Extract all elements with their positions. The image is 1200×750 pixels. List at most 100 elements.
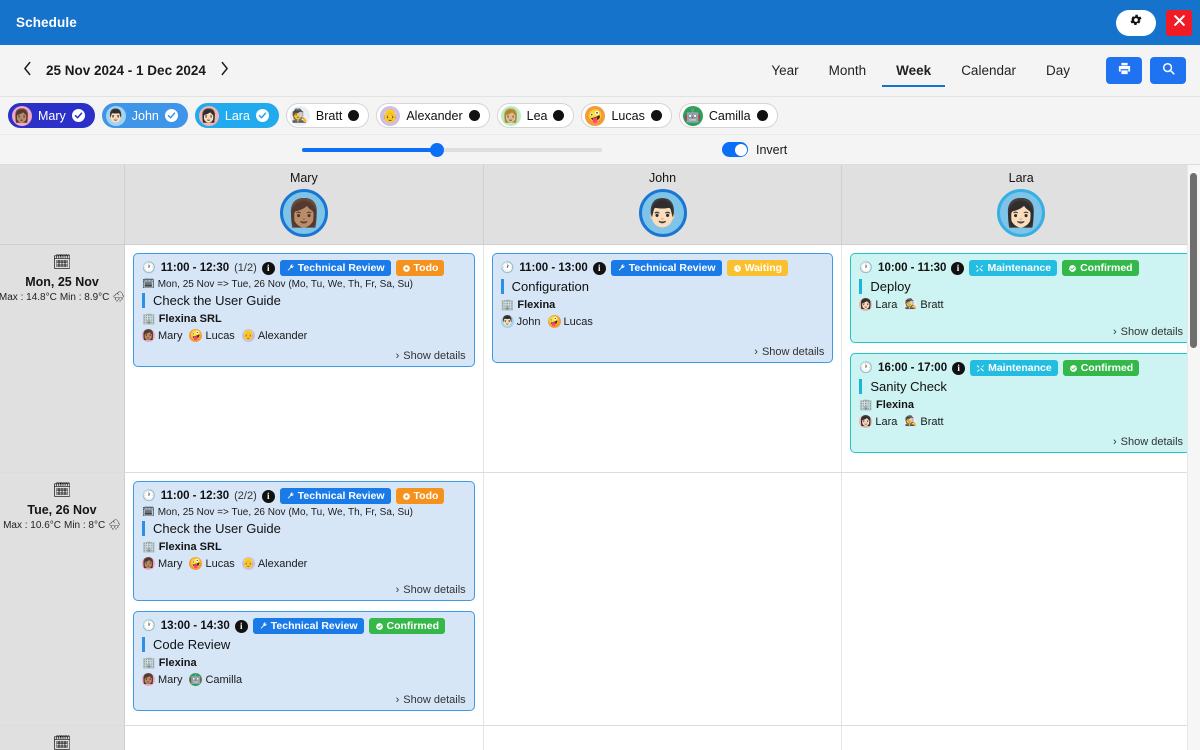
day-column-cell[interactable]: 🕐11:00 - 12:30(2/2)iTechnical ReviewTodo… [125, 473, 484, 725]
avatar: 👴 [242, 557, 255, 570]
event-participant-name: Lara [875, 299, 897, 311]
info-icon[interactable]: i [262, 490, 275, 503]
weather-rain-icon: 🌧 [108, 520, 121, 531]
event-organization-name: Flexina [517, 299, 555, 311]
search-button[interactable] [1150, 57, 1186, 84]
event-recurrence-text: Mon, 25 Nov => Tue, 26 Nov (Mo, Tu, We, … [158, 279, 413, 290]
event-badge[interactable]: Waiting [727, 260, 789, 276]
day-column-cell[interactable]: 🕐10:00 - 11:30iMaintenanceConfirmedDeplo… [842, 245, 1200, 472]
show-details-button[interactable]: ›Show details [396, 578, 466, 596]
avatar: 🕵️ [290, 106, 310, 126]
print-button[interactable] [1106, 57, 1142, 84]
event-badge[interactable]: Confirmed [1063, 360, 1140, 376]
avatar: 🤖 [683, 106, 703, 126]
column-header-john[interactable]: John 👨🏻 [484, 165, 843, 244]
event-badge[interactable]: Maintenance [969, 260, 1057, 276]
show-details-button[interactable]: ›Show details [1113, 430, 1183, 448]
participant-chip-lucas[interactable]: 🤪Lucas [581, 103, 671, 128]
event-participants: 👩🏻Lara🕵️Bratt [859, 415, 1183, 428]
info-icon[interactable]: i [951, 262, 964, 275]
search-icon [1161, 61, 1176, 81]
show-details-button[interactable]: ›Show details [754, 340, 824, 358]
day-column-cell[interactable]: 🕐11:00 - 13:00iTechnical ReviewWaitingCo… [484, 245, 843, 472]
calendar-icon: 🗓 [142, 279, 155, 290]
info-icon[interactable]: i [262, 262, 275, 275]
day-column-cell[interactable]: 🕐11:00 - 12:30(1/2)iTechnical ReviewTodo… [125, 245, 484, 472]
circle-icon [402, 492, 411, 501]
show-details-button[interactable]: ›Show details [396, 688, 466, 706]
next-period-button[interactable] [212, 58, 238, 84]
event-badge[interactable]: Todo [396, 260, 445, 276]
event-badge-label: Waiting [745, 262, 783, 274]
event-participants: 👩🏽Mary🤪Lucas👴Alexander [142, 557, 466, 570]
event-recurrence: 🗓Mon, 25 Nov => Tue, 26 Nov (Mo, Tu, We,… [142, 507, 466, 518]
event-badge[interactable]: Confirmed [1062, 260, 1139, 276]
event-participant-name: Alexander [258, 558, 308, 570]
info-icon[interactable]: i [952, 362, 965, 375]
day-column-cell[interactable] [842, 726, 1200, 750]
event-badge[interactable]: Technical Review [611, 260, 722, 276]
participant-filter-chips: 👩🏽Mary 👨🏻John 👩🏻Lara 🕵️Bratt 👴Alexander 👩🏼Lea… [0, 97, 1200, 135]
event-badge-label: Maintenance [987, 262, 1051, 274]
settings-button[interactable] [1116, 10, 1156, 36]
event-title: Configuration [512, 279, 589, 294]
event-card[interactable]: 🕐16:00 - 17:00iMaintenanceConfirmedSanit… [850, 353, 1192, 453]
day-column-cell[interactable] [484, 726, 843, 750]
event-badge[interactable]: Technical Review [280, 488, 391, 504]
participant-chip-camilla[interactable]: 🤖Camilla [679, 103, 778, 128]
clock-icon: 🕐 [859, 363, 873, 374]
event-title: Sanity Check [870, 379, 947, 394]
event-card[interactable]: 🕐11:00 - 13:00iTechnical ReviewWaitingCo… [492, 253, 834, 363]
prev-period-button[interactable] [14, 58, 40, 84]
check-icon [256, 109, 269, 122]
info-icon[interactable]: i [593, 262, 606, 275]
avatar: 👩🏻 [997, 189, 1045, 237]
day-column-cell[interactable] [842, 473, 1200, 725]
show-details-button[interactable]: ›Show details [396, 344, 466, 362]
vertical-scrollbar-thumb[interactable] [1190, 173, 1197, 348]
participant-chip-alexander[interactable]: 👴Alexander [376, 103, 489, 128]
avatar: 🤪 [189, 329, 202, 342]
event-card[interactable]: 🕐13:00 - 14:30iTechnical ReviewConfirmed… [133, 611, 475, 711]
participant-chip-john[interactable]: 👨🏻John [102, 103, 188, 128]
column-header-mary[interactable]: Mary 👩🏽 [125, 165, 484, 244]
tab-week[interactable]: Week [882, 57, 945, 87]
participant-chip-mary[interactable]: 👩🏽Mary [8, 103, 95, 128]
wrench-icon [286, 492, 295, 501]
info-icon[interactable]: i [235, 620, 248, 633]
day-row: 🗓Mon, 25 NovMax : 14.8°CMin : 8.9°C🌧🕐11:… [0, 245, 1200, 473]
event-color-bar [501, 279, 504, 294]
day-column-cell[interactable] [125, 726, 484, 750]
column-header-lara[interactable]: Lara 👩🏻 [842, 165, 1200, 244]
event-participant-name: Mary [158, 674, 182, 686]
clock-icon: 🕐 [142, 621, 156, 632]
density-slider[interactable] [302, 142, 602, 158]
participant-chip-bratt[interactable]: 🕵️Bratt [286, 103, 369, 128]
event-header: 🕐11:00 - 12:30(1/2)iTechnical ReviewTodo [142, 260, 466, 276]
tab-day[interactable]: Day [1032, 57, 1084, 87]
avatar: 🤪 [548, 315, 561, 328]
day-column-cell[interactable] [484, 473, 843, 725]
event-badge[interactable]: Confirmed [369, 618, 446, 634]
participant-chip-lea[interactable]: 👩🏼Lea [497, 103, 575, 128]
invert-toggle[interactable] [722, 142, 748, 157]
participant-chip-label: Mary [38, 109, 66, 123]
event-badge[interactable]: Technical Review [280, 260, 391, 276]
event-badge[interactable]: Todo [396, 488, 445, 504]
invert-label: Invert [756, 143, 787, 157]
close-button[interactable] [1166, 10, 1192, 36]
event-card[interactable]: 🕐10:00 - 11:30iMaintenanceConfirmedDeplo… [850, 253, 1192, 343]
event-header: 🕐16:00 - 17:00iMaintenanceConfirmed [859, 360, 1183, 376]
event-card[interactable]: 🕐11:00 - 12:30(1/2)iTechnical ReviewTodo… [133, 253, 475, 367]
tab-calendar[interactable]: Calendar [947, 57, 1030, 87]
event-badge[interactable]: Maintenance [970, 360, 1058, 376]
event-card[interactable]: 🕐11:00 - 12:30(2/2)iTechnical ReviewTodo… [133, 481, 475, 601]
view-tabs: Year Month Week Calendar Day [757, 56, 1186, 86]
participant-chip-lara[interactable]: 👩🏻Lara [195, 103, 279, 128]
event-badge[interactable]: Technical Review [253, 618, 364, 634]
tab-month[interactable]: Month [815, 57, 881, 87]
slider-thumb[interactable] [430, 143, 444, 157]
tab-year[interactable]: Year [757, 57, 812, 87]
day-label: Mon, 25 Nov [25, 275, 99, 289]
show-details-button[interactable]: ›Show details [1113, 320, 1183, 338]
